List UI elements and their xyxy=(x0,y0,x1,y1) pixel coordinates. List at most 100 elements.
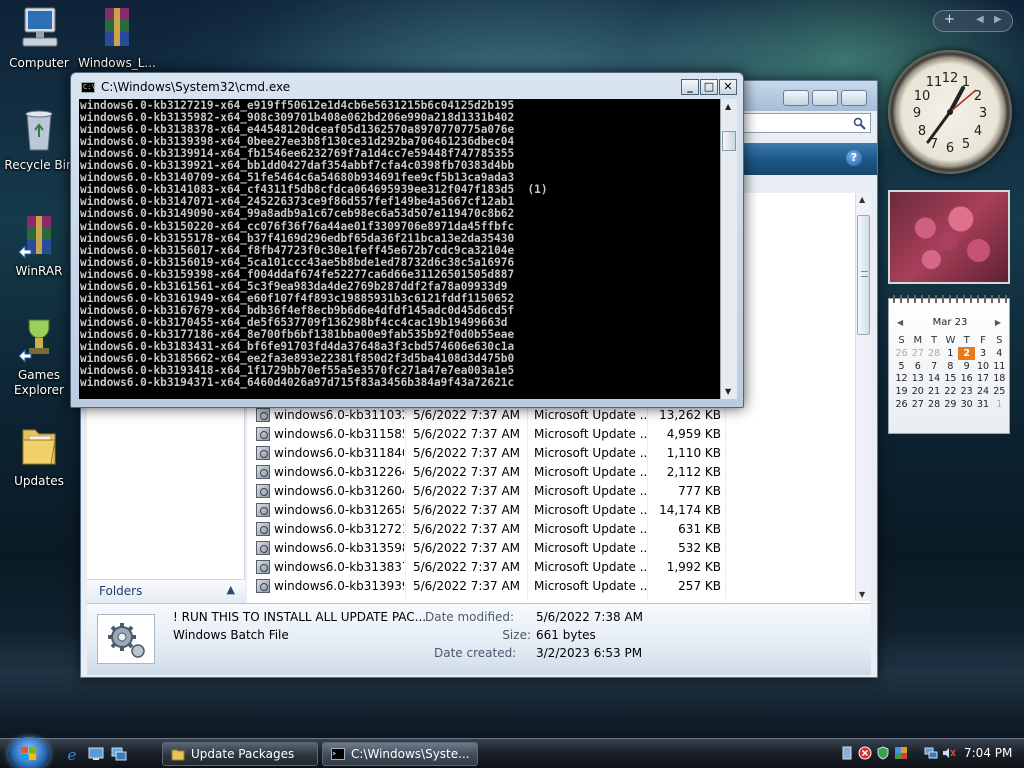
calendar-day[interactable]: 26 xyxy=(893,398,910,411)
explorer-search-input[interactable] xyxy=(741,113,871,133)
calendar-day[interactable]: 8 xyxy=(942,360,959,373)
calendar-day[interactable]: 1 xyxy=(991,398,1008,411)
taskbar-button-cmd[interactable]: C:\Windows\Syste... xyxy=(322,742,478,766)
explorer-minimize-button[interactable] xyxy=(783,90,809,106)
tray-clock[interactable]: 7:04 PM xyxy=(964,746,1012,760)
taskbar: e Update Packages C:\Windows\Syste... 7:… xyxy=(0,737,1024,768)
volume-muted-icon[interactable] xyxy=(942,746,956,760)
scrollbar-thumb[interactable] xyxy=(722,131,736,151)
taskbar-button-update-packages[interactable]: Update Packages xyxy=(162,742,318,766)
calendar-day[interactable]: 11 xyxy=(991,360,1008,373)
help-icon[interactable]: ? xyxy=(846,150,862,166)
calendar-day[interactable]: 10 xyxy=(975,360,992,373)
update-shield-icon[interactable] xyxy=(876,746,890,760)
calendar-day[interactable]: 23 xyxy=(958,385,975,398)
scroll-down-icon[interactable]: ▼ xyxy=(725,387,731,396)
calendar-day[interactable]: 2 xyxy=(958,346,976,360)
calendar-day[interactable]: 18 xyxy=(991,372,1008,385)
explorer-vertical-scrollbar[interactable]: ▲ ▼ xyxy=(855,193,871,601)
calendar-day[interactable]: 13 xyxy=(909,372,926,385)
cmd-close-button[interactable]: ✕ xyxy=(719,79,737,95)
file-size: 4,959 KB xyxy=(666,427,721,441)
calendar-day[interactable]: 16 xyxy=(958,372,975,385)
calendar-day[interactable]: 4 xyxy=(991,347,1008,360)
file-row[interactable]: windows6.0-kb312721... 5/6/2022 7:37 AM Mi… xyxy=(255,520,855,539)
file-row[interactable]: windows6.0-kb311032... 5/6/2022 7:37 AM Mi… xyxy=(255,406,855,425)
explorer-maximize-button[interactable] xyxy=(812,90,838,106)
cmd-minimize-button[interactable]: _ xyxy=(681,79,699,95)
console-line: windows6.0-kb3156019-x64_5ca101ccc43ae5b… xyxy=(80,255,515,269)
chevron-left-icon[interactable]: ◀ xyxy=(976,14,984,25)
folders-toggle[interactable]: Folders ▲ xyxy=(87,579,245,603)
start-button[interactable] xyxy=(8,737,50,768)
calendar-day[interactable]: 22 xyxy=(942,385,959,398)
calendar-day[interactable]: 6 xyxy=(909,360,926,373)
file-type: Microsoft Update ... xyxy=(534,465,648,479)
calendar-day[interactable]: 20 xyxy=(909,385,926,398)
add-gadget-button[interactable]: + xyxy=(944,12,955,27)
scrollbar-thumb[interactable] xyxy=(857,215,870,335)
calendar-day[interactable]: 31 xyxy=(975,398,992,411)
calendar-day[interactable]: 7 xyxy=(926,360,943,373)
file-row[interactable]: windows6.0-kb311840... 5/6/2022 7:37 AM Mi… xyxy=(255,444,855,463)
calendar-day[interactable]: 5 xyxy=(893,360,910,373)
desktop-icon-updates[interactable]: Updates xyxy=(0,422,78,489)
calendar-day[interactable]: 14 xyxy=(926,372,943,385)
file-date: 5/6/2022 7:37 AM xyxy=(413,484,521,498)
desktop-icon-recycle-bin[interactable]: Recycle Bin xyxy=(0,106,78,173)
chevron-right-icon[interactable]: ▶ xyxy=(994,14,1002,25)
calendar-day[interactable]: 28 xyxy=(926,398,943,411)
clock-gadget[interactable]: 12 1 2 345 678 9 10 11 xyxy=(888,50,1012,174)
scroll-down-icon[interactable]: ▼ xyxy=(859,590,865,599)
file-row[interactable]: windows6.0-kb311585... 5/6/2022 7:37 AM Mi… xyxy=(255,425,855,444)
cmd-maximize-button[interactable]: □ xyxy=(700,79,718,95)
calendar-day[interactable]: 9 xyxy=(958,360,975,373)
file-name: windows6.0-kb311840... xyxy=(274,446,404,460)
file-row[interactable]: windows6.0-kb312658... 5/6/2022 7:37 AM Mi… xyxy=(255,501,855,520)
cmd-vertical-scrollbar[interactable]: ▲ ▼ xyxy=(720,99,737,399)
calendar-day[interactable]: 25 xyxy=(991,385,1008,398)
tray-device-icon[interactable] xyxy=(840,746,854,760)
search-icon[interactable] xyxy=(853,117,866,130)
calendar-next-icon[interactable]: ▶ xyxy=(995,318,1001,327)
calendar-day[interactable]: 1 xyxy=(942,347,959,360)
cmd-window[interactable]: C:\ C:\Windows\System32\cmd.exe _ □ ✕ wi… xyxy=(70,72,744,408)
file-row[interactable]: windows6.0-kb312264... 5/6/2022 7:37 AM Mi… xyxy=(255,463,855,482)
calendar-day[interactable]: 21 xyxy=(926,385,943,398)
desktop-icon-computer[interactable]: Computer xyxy=(0,4,78,71)
calendar-day[interactable]: 12 xyxy=(893,372,910,385)
calendar-day[interactable]: 27 xyxy=(909,347,926,360)
calendar-day[interactable]: 29 xyxy=(942,398,959,411)
calendar-day[interactable]: 24 xyxy=(975,385,992,398)
network-icon[interactable] xyxy=(924,746,938,760)
console-output[interactable]: windows6.0-kb3127219-x64_e919ff50612e1d4… xyxy=(79,99,720,399)
calendar-day[interactable]: 17 xyxy=(975,372,992,385)
file-row[interactable]: windows6.0-kb313837... 5/6/2022 7:37 AM Mi… xyxy=(255,558,855,577)
calendar-gadget[interactable]: ◀ Mar 23 ▶ S M T W T F S 26 27 28 1 2 3 4 5 6 7 8 9 10 11 12 1… xyxy=(888,295,1010,434)
explorer-close-button[interactable] xyxy=(841,90,867,106)
internet-explorer-icon[interactable]: e xyxy=(64,746,80,764)
slideshow-gadget[interactable] xyxy=(888,190,1010,284)
windows-defender-icon[interactable] xyxy=(894,746,908,760)
calendar-day[interactable]: 30 xyxy=(958,398,975,411)
desktop-icon-games-explorer[interactable]: Games Explorer xyxy=(0,316,78,398)
desktop-icon-winrar[interactable]: WinRAR xyxy=(0,212,78,279)
file-size: 631 KB xyxy=(678,522,721,536)
calendar-day[interactable]: 3 xyxy=(975,347,992,360)
calendar-day[interactable]: 28 xyxy=(926,347,943,360)
file-row[interactable]: windows6.0-kb313598... 5/6/2022 7:37 AM Mi… xyxy=(255,539,855,558)
desktop-icon-windows-l[interactable]: Windows_L... xyxy=(78,4,156,71)
file-row[interactable]: windows6.0-kb313939... 5/6/2022 7:37 AM Mi… xyxy=(255,577,855,596)
file-row[interactable]: windows6.0-kb312604... 5/6/2022 7:37 AM Mi… xyxy=(255,482,855,501)
scroll-up-icon[interactable]: ▲ xyxy=(859,195,865,204)
computer-icon xyxy=(15,4,63,52)
calendar-day[interactable]: 27 xyxy=(909,398,926,411)
scroll-up-icon[interactable]: ▲ xyxy=(725,102,731,111)
calendar-day[interactable]: 15 xyxy=(942,372,959,385)
svg-text:e: e xyxy=(68,747,77,763)
calendar-day[interactable]: 19 xyxy=(893,385,910,398)
show-desktop-icon[interactable] xyxy=(88,747,104,761)
calendar-day[interactable]: 26 xyxy=(893,347,910,360)
switch-windows-icon[interactable] xyxy=(111,747,127,761)
security-alert-icon[interactable] xyxy=(858,746,872,760)
